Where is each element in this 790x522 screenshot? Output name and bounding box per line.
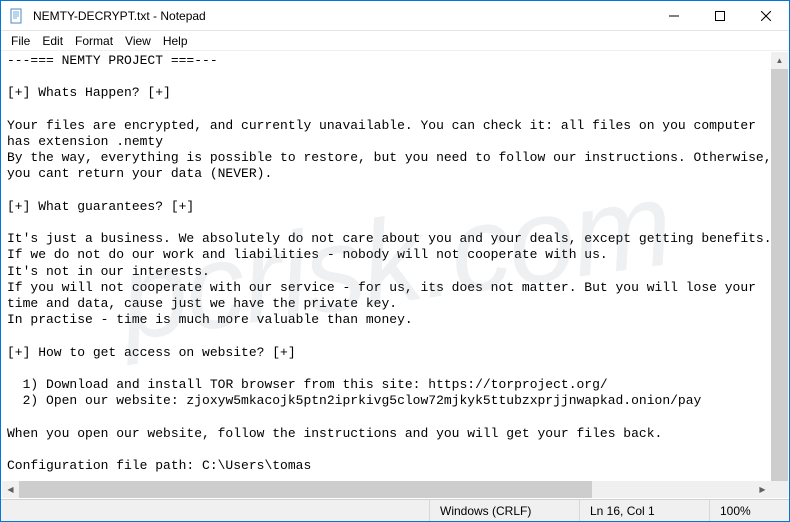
menu-view[interactable]: View [119,33,157,49]
app-icon [9,8,25,24]
status-zoom: 100% [709,500,789,521]
menu-edit[interactable]: Edit [36,33,69,49]
scroll-left-icon[interactable]: ◀ [2,481,19,498]
scroll-up-icon[interactable]: ▲ [771,52,788,69]
scroll-thumb-h[interactable] [19,481,592,498]
vertical-scrollbar[interactable]: ▲ ▼ [771,52,788,498]
text-area[interactable]: ---=== NEMTY PROJECT ===--- [+] Whats Ha… [1,51,789,499]
menu-file[interactable]: File [5,33,36,49]
scroll-right-icon[interactable]: ▶ [754,481,771,498]
titlebar: NEMTY-DECRYPT.txt - Notepad [1,1,789,31]
window-controls [651,1,789,31]
statusbar: Windows (CRLF) Ln 16, Col 1 100% [1,499,789,521]
window-title: NEMTY-DECRYPT.txt - Notepad [31,1,651,31]
menu-format[interactable]: Format [69,33,119,49]
scroll-thumb-v[interactable] [771,69,788,481]
horizontal-scrollbar[interactable]: ◀ ▶ [2,481,771,498]
menu-help[interactable]: Help [157,33,194,49]
scrollbar-corner [771,481,788,498]
notepad-window: NEMTY-DECRYPT.txt - Notepad File Edit Fo… [0,0,790,522]
close-button[interactable] [743,1,789,31]
maximize-button[interactable] [697,1,743,31]
status-position: Ln 16, Col 1 [579,500,709,521]
status-encoding: Windows (CRLF) [429,500,579,521]
menubar: File Edit Format View Help [1,31,789,51]
scroll-track-h[interactable] [19,481,754,498]
minimize-button[interactable] [651,1,697,31]
scroll-track-v[interactable] [771,69,788,481]
